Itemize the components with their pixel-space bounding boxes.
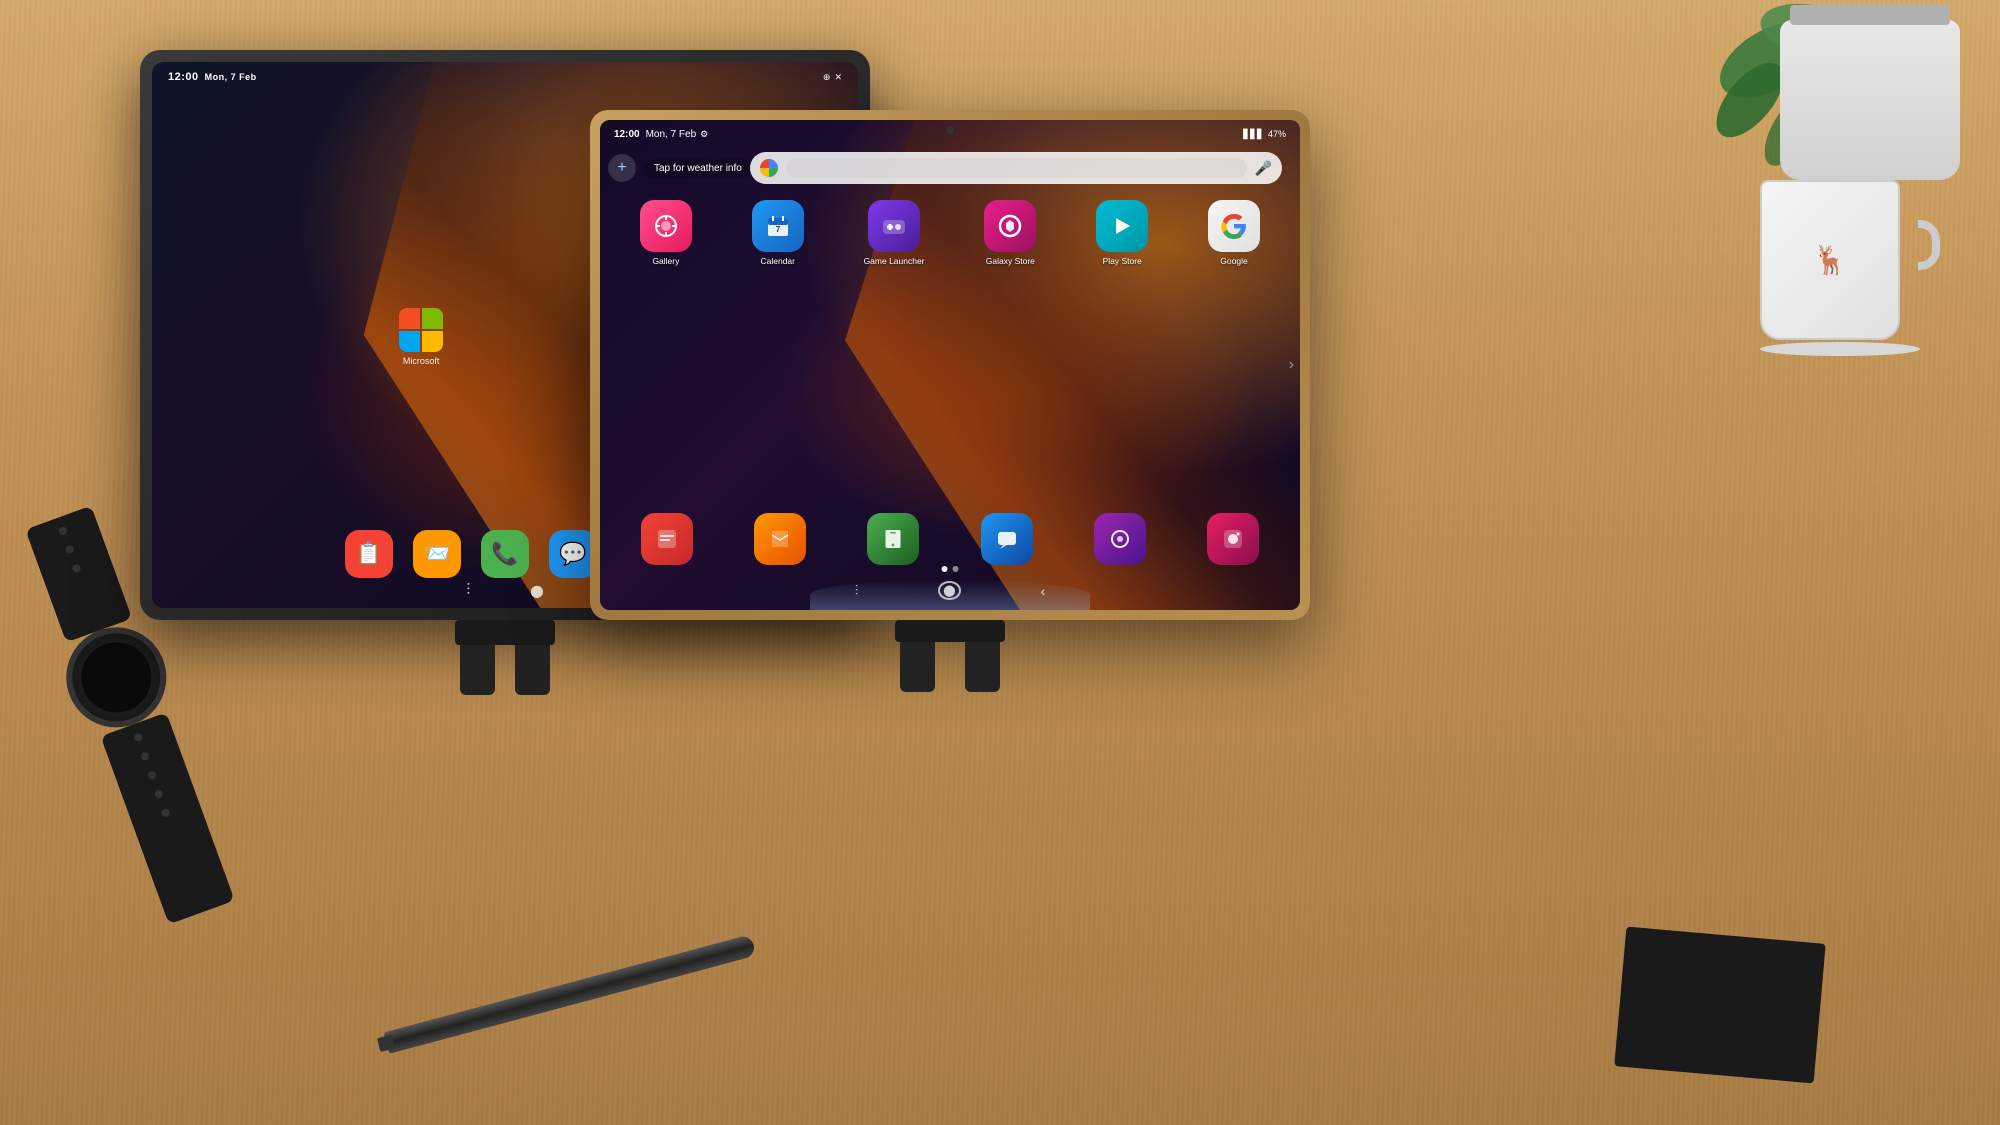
page-dot-small-2 [953, 566, 959, 572]
gamelauncher-icon [868, 200, 920, 252]
plant-pot [1780, 20, 1960, 180]
nav-home-large[interactable]: ⬤ [530, 584, 543, 598]
plant-decoration [1500, 0, 2000, 350]
app-gallery[interactable]: Gallery [640, 200, 692, 266]
playstore-icon [1096, 200, 1148, 252]
dock-icon-phone [867, 513, 919, 565]
status-icons-large: ⊕ ✕ [823, 72, 842, 83]
page-dot-small-1 [942, 566, 948, 572]
calendar-label: Calendar [760, 256, 795, 266]
google-search-bar[interactable]: 🎤 [750, 152, 1282, 184]
weather-text: Tap for weather info [644, 159, 752, 178]
nav-back-small[interactable]: ‹ [1041, 583, 1046, 599]
dock-icon-orange [754, 513, 806, 565]
gallery-label: Gallery [652, 256, 679, 266]
notebook [1614, 927, 1825, 1084]
dock-app-orange[interactable] [754, 513, 806, 565]
gallery-icon [640, 200, 692, 252]
chevron-right-icon: › [1289, 356, 1294, 374]
google-label: Google [1220, 256, 1247, 266]
dock-app-red[interactable] [641, 513, 693, 565]
wifi-icon-large: ⊕ [823, 72, 831, 83]
dock-app-pink[interactable] [1207, 513, 1259, 565]
galaxystore-label: Galaxy Store [986, 256, 1035, 266]
dock-icon-pink [1207, 513, 1259, 565]
dock-app-messages[interactable] [981, 513, 1033, 565]
galaxystore-icon [984, 200, 1036, 252]
app-dock-small [610, 513, 1290, 565]
app-playstore[interactable]: Play Store [1096, 200, 1148, 266]
gamelauncher-label: Game Launcher [864, 256, 925, 266]
google-icon [1208, 200, 1260, 252]
microsoft-label: Microsoft [403, 356, 440, 366]
playstore-label: Play Store [1103, 256, 1142, 266]
app-galaxystore[interactable]: Galaxy Store [984, 200, 1036, 266]
mic-icon[interactable]: 🎤 [1255, 160, 1272, 177]
dock-app-phone[interactable] [867, 513, 919, 565]
dock-app-1[interactable]: 📋 [345, 530, 393, 578]
stand-large [455, 620, 555, 690]
nav-home-small[interactable]: ⬤ [938, 581, 960, 600]
status-icons-small: ▋▋▋ 47% [1243, 129, 1286, 140]
app-gamelauncher[interactable]: Game Launcher [864, 200, 925, 266]
coffee-cup: 🦌 [1760, 180, 1920, 360]
weather-plus-icon: + [608, 154, 636, 182]
nav-bar-small: ⫶ ⬤ ‹ [600, 581, 1300, 600]
signal-icon-small: ▋▋▋ [1243, 129, 1264, 140]
nav-recents-small[interactable]: ⫶ [855, 582, 859, 599]
tablet-small: 12:00 Mon, 7 Feb ⚙ ▋▋▋ 47% + Tap for wea… [590, 110, 1310, 620]
front-camera [946, 126, 954, 134]
dock-icon-red [641, 513, 693, 565]
signal-icon-large: ✕ [834, 72, 842, 83]
microsoft-app[interactable]: Microsoft [399, 308, 443, 366]
google-g-logo [760, 159, 778, 177]
app-calendar[interactable]: 7 Calendar [752, 200, 804, 266]
svg-text:7: 7 [776, 225, 781, 234]
page-indicators-small [942, 566, 959, 572]
dock-icon-purple [1094, 513, 1146, 565]
dock-app-2[interactable]: 📨 [413, 530, 461, 578]
app-grid-row1: Gallery 7 Calendar Game Launcher [610, 200, 1290, 266]
microsoft-icon [399, 308, 443, 352]
status-date-large: Mon, 7 Feb [205, 72, 257, 82]
nav-recents-large[interactable]: ⫶ [466, 582, 470, 600]
dock-app-purple[interactable] [1094, 513, 1146, 565]
status-bar-small: 12:00 Mon, 7 Feb ⚙ ▋▋▋ 47% [600, 120, 1300, 148]
app-google[interactable]: Google [1208, 200, 1260, 266]
status-date-small: Mon, 7 Feb [646, 129, 697, 140]
search-input-bar[interactable] [786, 158, 1247, 178]
dock-app-3[interactable]: 📞 [481, 530, 529, 578]
stand-small [895, 620, 1005, 700]
settings-icon-small: ⚙ [700, 129, 708, 140]
status-time-large: 12:00 [168, 71, 199, 83]
status-time-small: 12:00 [614, 129, 640, 140]
battery-icon-small: 47% [1268, 129, 1286, 139]
weather-widget[interactable]: + Tap for weather info [608, 154, 752, 182]
calendar-icon: 7 [752, 200, 804, 252]
status-bar-large: 12:00 Mon, 7 Feb ⊕ ✕ [152, 62, 858, 92]
dock-icon-messages [981, 513, 1033, 565]
